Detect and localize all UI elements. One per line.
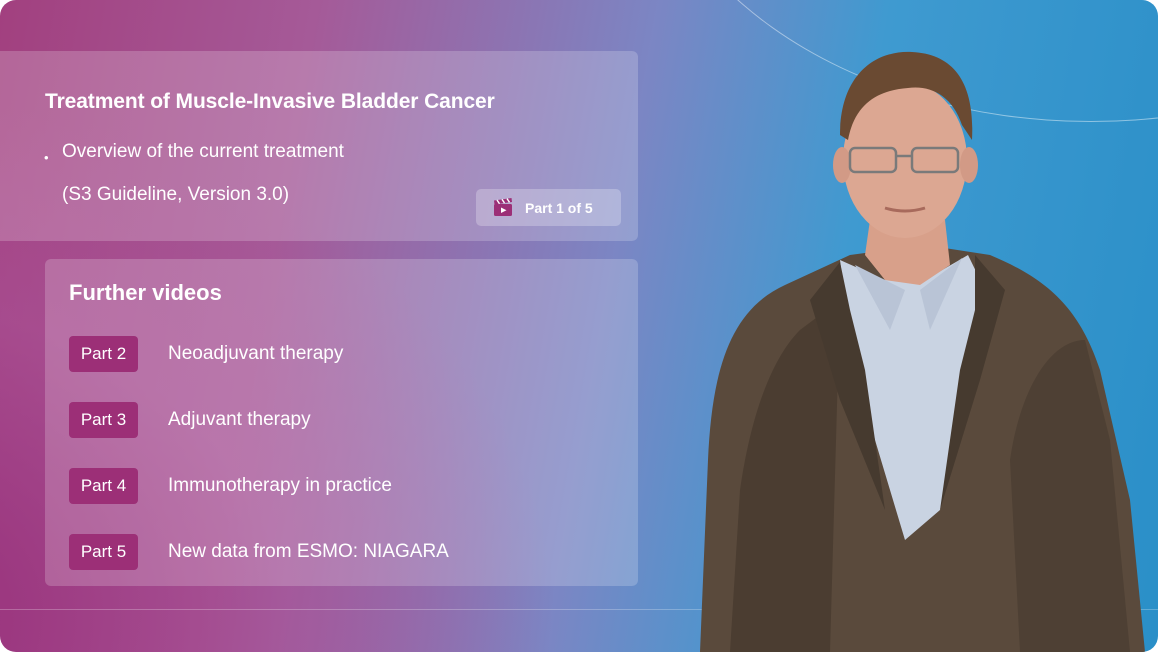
video-link-part-4[interactable]: Part 4 Immunotherapy in practice [69, 468, 589, 504]
part-badge: Part 5 [69, 534, 138, 570]
part-indicator-label: Part 1 of 5 [525, 200, 593, 216]
video-link-part-3[interactable]: Part 3 Adjuvant therapy [69, 402, 589, 438]
part-badge: Part 4 [69, 468, 138, 504]
clapperboard-icon [494, 198, 512, 216]
page-title: Treatment of Muscle-Invasive Bladder Can… [45, 90, 495, 113]
presenter-image [700, 51, 1145, 652]
video-link-part-2[interactable]: Part 2 Neoadjuvant therapy [69, 336, 589, 372]
overview-bullet: Overview of the current treatment [62, 141, 344, 162]
video-thumbnail: Treatment of Muscle-Invasive Bladder Can… [0, 0, 1158, 652]
video-title: Immunotherapy in practice [168, 475, 392, 496]
part-indicator-badge: Part 1 of 5 [476, 189, 621, 226]
further-videos-title: Further videos [69, 280, 222, 305]
bullet-dot: • [44, 150, 49, 165]
video-link-part-5[interactable]: Part 5 New data from ESMO: NIAGARA [69, 534, 589, 570]
part-badge: Part 3 [69, 402, 138, 438]
guideline-subline: (S3 Guideline, Version 3.0) [62, 184, 290, 205]
video-title: Adjuvant therapy [168, 409, 311, 430]
video-title: New data from ESMO: NIAGARA [168, 541, 449, 562]
part-badge: Part 2 [69, 336, 138, 372]
video-title: Neoadjuvant therapy [168, 343, 344, 364]
